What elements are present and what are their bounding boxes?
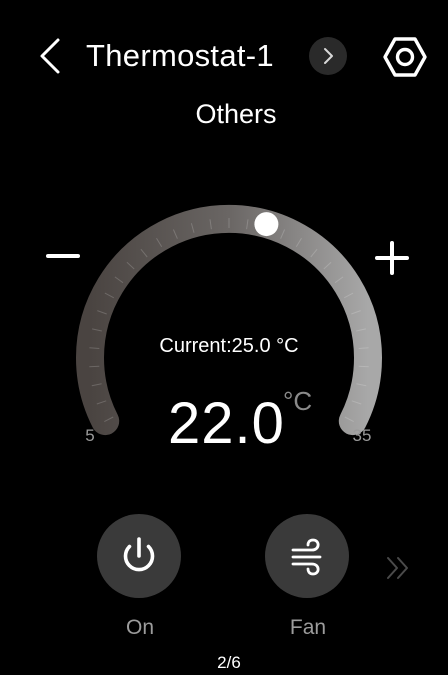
gear-icon: [383, 37, 427, 77]
fan-label: Fan: [289, 616, 327, 639]
setpoint-temperature: 22.0: [168, 391, 285, 456]
setpoint-unit: °C: [283, 386, 313, 416]
minus-icon: [46, 254, 80, 258]
more-controls-button[interactable]: [382, 552, 414, 584]
device-title: Thermostat-1: [86, 38, 274, 73]
decrease-temperature-button[interactable]: [42, 234, 86, 278]
chevron-right-icon: [324, 48, 333, 64]
next-device-button[interactable]: [309, 37, 347, 75]
mode-label: Others: [195, 99, 277, 129]
back-button[interactable]: [32, 34, 72, 78]
dial-tick: [89, 365, 100, 368]
power-label: On: [125, 616, 154, 639]
settings-button[interactable]: [380, 32, 430, 82]
range-min-label: 5: [85, 426, 95, 445]
increase-temperature-button[interactable]: [370, 236, 414, 280]
power-button[interactable]: [97, 514, 181, 598]
fan-mode-button[interactable]: [265, 514, 349, 598]
fan-icon: [291, 538, 322, 576]
double-chevron-right-icon: [387, 557, 408, 579]
thermostat-screen: Thermostat-1 Others Current:25.0 °C 22.0…: [0, 0, 448, 675]
back-arrow-icon: [40, 38, 60, 74]
range-max-label: 35: [352, 426, 372, 445]
power-icon: [123, 537, 155, 572]
dial-tick: [358, 365, 369, 368]
plus-icon: [375, 241, 409, 275]
dial-knob[interactable]: [254, 212, 279, 237]
page-indicator: 2/6: [217, 653, 241, 672]
current-temperature: Current:25.0 °C: [159, 335, 299, 357]
